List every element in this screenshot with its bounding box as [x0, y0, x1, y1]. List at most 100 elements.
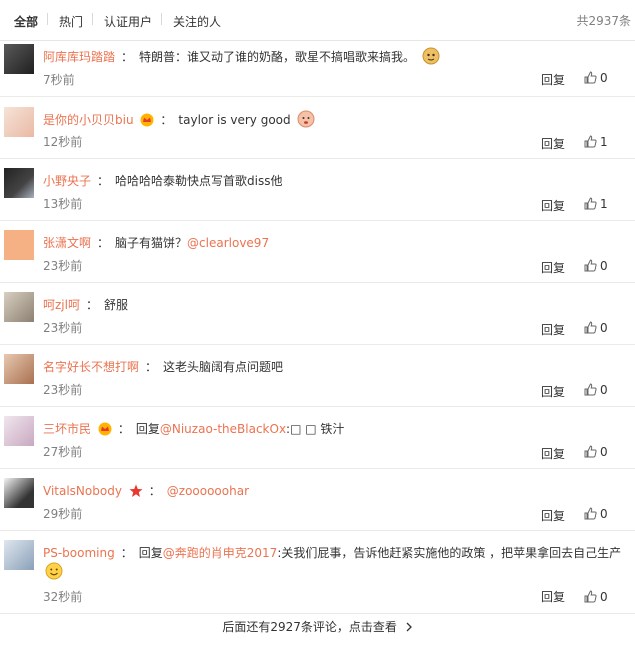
like-button[interactable]: 0: [584, 590, 608, 604]
like-button[interactable]: 0: [584, 383, 608, 397]
tab-divider: [92, 13, 93, 25]
emoji-icon: [297, 110, 315, 131]
tab-all[interactable]: 全部: [14, 13, 38, 30]
comment-item: 三坏市民 ：回复@Niuzao-theBlackOx:□ □ 铁汁 27秒前 回…: [0, 406, 635, 469]
like-count: 1: [600, 135, 608, 149]
colon: ：: [117, 422, 130, 436]
comment-time: 32秒前: [43, 590, 83, 604]
comment-time: 12秒前: [43, 135, 83, 149]
load-more-text: 后面还有2927条评论，点击查看: [222, 620, 397, 634]
avatar[interactable]: [4, 478, 34, 508]
tab-verified-users[interactable]: 认证用户: [104, 13, 152, 30]
comment-time: 23秒前: [43, 383, 83, 397]
like-button[interactable]: 1: [584, 197, 608, 211]
comment-item: 张潇文啊 ： 脑子有猫饼？@clearlove97 23秒前 回复 0: [0, 220, 635, 283]
comment-text-tail: :关我们屁事，告诉他赶紧实施他的政策 ，把苹果拿回去自己生产: [277, 546, 622, 560]
reply-button[interactable]: 回复: [541, 445, 565, 462]
comment-time: 23秒前: [43, 321, 83, 335]
reply-button[interactable]: 回复: [541, 71, 565, 88]
tab-following[interactable]: 关注的人: [173, 13, 221, 30]
comment-username[interactable]: PS-booming: [43, 546, 115, 560]
like-count: 0: [600, 321, 608, 335]
avatar[interactable]: [4, 416, 34, 446]
comment-username[interactable]: 呵zjl呵: [43, 298, 80, 312]
reply-button[interactable]: 回复: [541, 259, 565, 276]
thumbs-up-icon: [584, 445, 597, 458]
like-button[interactable]: 0: [584, 445, 608, 459]
comment-username[interactable]: 名字好长不想打啊: [43, 360, 139, 374]
reply-button[interactable]: 回复: [541, 197, 565, 214]
avatar[interactable]: [4, 292, 34, 322]
comment-text: 回复: [138, 546, 163, 560]
colon: ：: [121, 50, 134, 64]
like-button[interactable]: 0: [584, 71, 608, 85]
comment-username[interactable]: VitalsNobody: [43, 484, 122, 498]
load-more-link[interactable]: 后面还有2927条评论，点击查看: [0, 618, 635, 635]
mention-link[interactable]: @Niuzao-theBlackOx: [160, 422, 286, 436]
like-count: 0: [600, 590, 608, 604]
reply-button[interactable]: 回复: [541, 135, 565, 152]
like-button[interactable]: 0: [584, 321, 608, 335]
comment-time: 29秒前: [43, 507, 83, 521]
avatar[interactable]: [4, 354, 34, 384]
mention-link[interactable]: @clearlove97: [187, 236, 269, 250]
like-button[interactable]: 0: [584, 507, 608, 521]
thumbs-up-icon: [584, 383, 597, 396]
avatar[interactable]: [4, 168, 34, 198]
comment-total-count: 共2937条: [576, 14, 631, 28]
comment-time: 7秒前: [43, 73, 75, 87]
thumbs-up-icon: [584, 197, 597, 210]
comment-line: 是你的小贝贝biu ： taylor is very good: [43, 110, 315, 131]
colon: ：: [145, 360, 158, 374]
like-count: 1: [600, 197, 608, 211]
thumbs-up-icon: [584, 135, 597, 148]
avatar[interactable]: [4, 44, 34, 74]
comment-item: 呵zjl呵 ： 舒服 23秒前 回复 0: [0, 282, 635, 345]
chevron-right-icon: [401, 620, 413, 634]
comment-text: 舒服: [103, 298, 128, 312]
comment-item: 是你的小贝贝biu ： taylor is very good 12秒前 回复 1: [0, 96, 635, 159]
thumbs-up-icon: [584, 71, 597, 84]
like-button[interactable]: 1: [584, 135, 608, 149]
comment-username[interactable]: 三坏市民: [43, 422, 91, 436]
comment-text: 哈哈哈哈泰勒快点写首歌diss他: [115, 174, 283, 188]
comment-text: 这老头脑阔有点问题吧: [163, 360, 284, 374]
comment-line: 张潇文啊 ： 脑子有猫饼？@clearlove97: [43, 234, 269, 251]
comment-line: 三坏市民 ： 回复@Niuzao-theBlackOx:□ □ 铁汁: [43, 420, 344, 439]
comment-text: taylor is very good: [178, 113, 291, 127]
thumbs-up-icon: [584, 321, 597, 334]
avatar[interactable]: [4, 230, 34, 260]
avatar[interactable]: [4, 107, 34, 137]
comment-text-tail: :□ □ 铁汁: [286, 422, 345, 436]
comment-username[interactable]: 阿库库玛踏踏: [43, 50, 115, 64]
like-count: 0: [600, 383, 608, 397]
comment-username[interactable]: 小野央子: [43, 174, 91, 188]
crown-badge-icon: [140, 113, 154, 130]
reply-button[interactable]: 回复: [541, 507, 565, 524]
reply-button[interactable]: 回复: [541, 321, 565, 338]
comment-time: 27秒前: [43, 445, 83, 459]
red-star-badge-icon: [129, 484, 143, 501]
tab-divider: [47, 13, 48, 25]
comment-text: 脑子有猫饼？: [115, 236, 188, 250]
like-button[interactable]: 0: [584, 259, 608, 273]
avatar[interactable]: [4, 540, 34, 570]
mention-link[interactable]: @奔跑的肖申克2017: [163, 546, 278, 560]
comment-text: 回复: [135, 422, 160, 436]
colon: ：: [160, 113, 173, 127]
comment-username[interactable]: 张潇文啊: [43, 236, 91, 250]
comment-line: VitalsNobody ： @zoooooohar: [43, 482, 249, 501]
crown-badge-icon: [98, 422, 112, 439]
comment-line: 呵zjl呵 ： 舒服: [43, 296, 128, 313]
reply-button[interactable]: 回复: [541, 588, 565, 605]
colon: ：: [120, 546, 133, 560]
comment-item: 阿库库玛踏踏 ： 特朗普：谁又动了谁的奶酪，歌星不搞唱歌来搞我。 7秒前 回复 0: [0, 40, 635, 97]
mention-link[interactable]: @zoooooohar: [167, 484, 249, 498]
like-count: 0: [600, 71, 608, 85]
comment-line: 小野央子 ： 哈哈哈哈泰勒快点写首歌diss他: [43, 172, 283, 189]
reply-button[interactable]: 回复: [541, 383, 565, 400]
tab-hot[interactable]: 热门: [59, 13, 83, 30]
thumbs-up-icon: [584, 507, 597, 520]
comment-item: 小野央子 ： 哈哈哈哈泰勒快点写首歌diss他 13秒前 回复 1: [0, 158, 635, 221]
comment-username[interactable]: 是你的小贝贝biu: [43, 113, 134, 127]
